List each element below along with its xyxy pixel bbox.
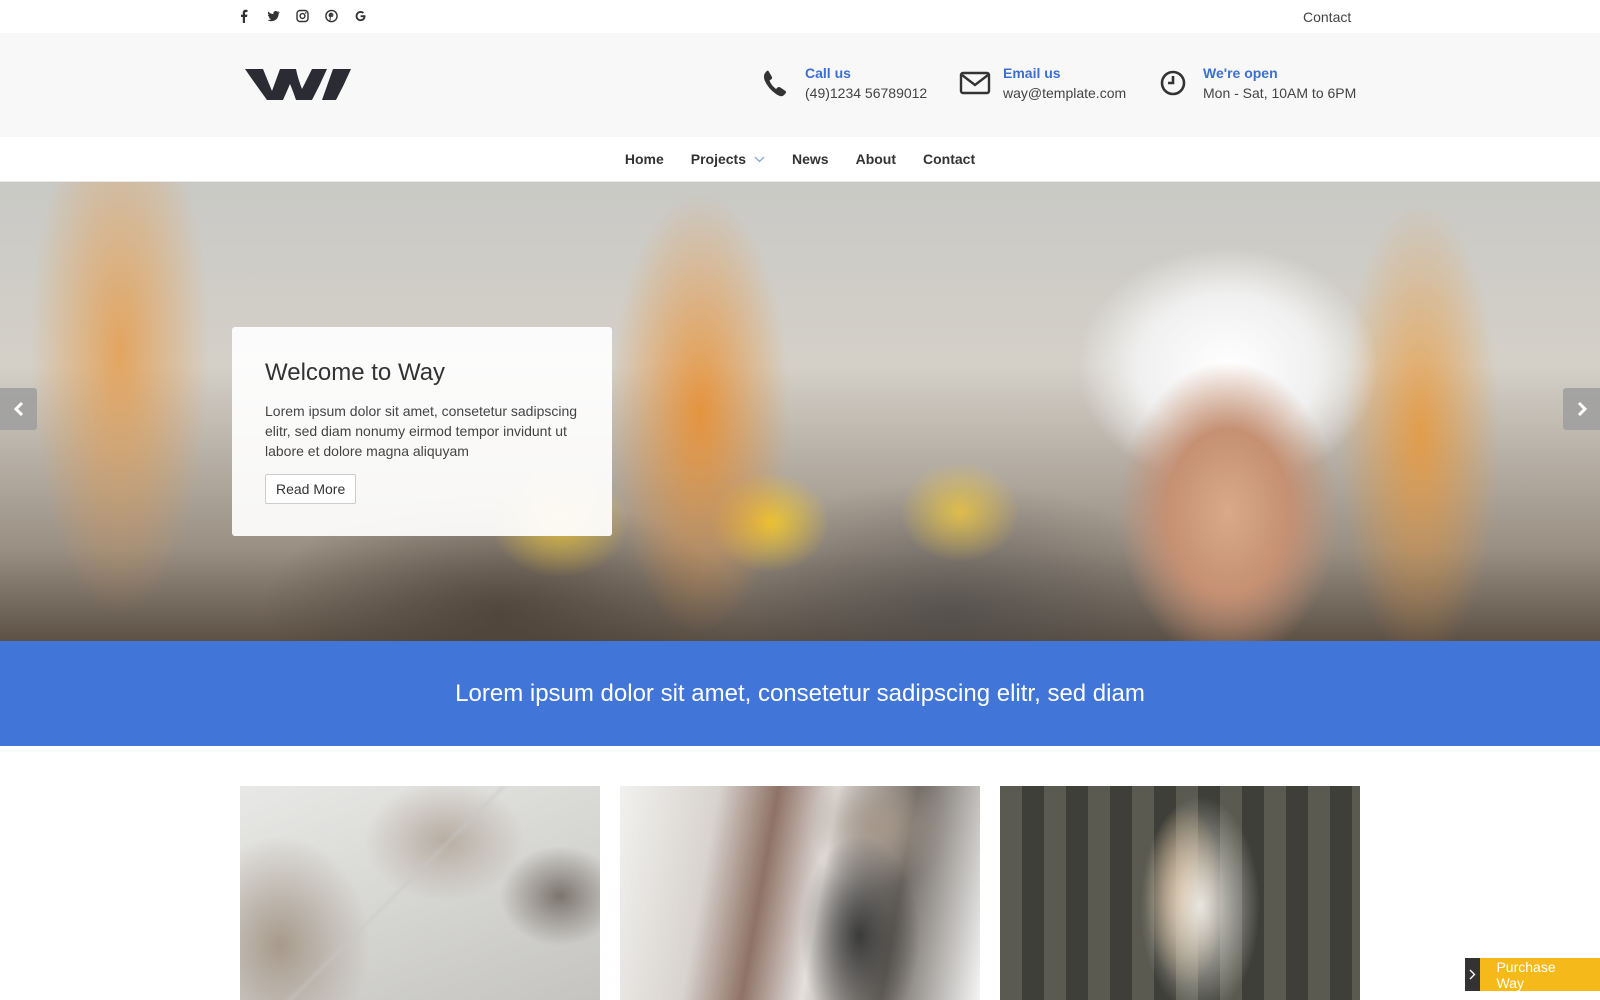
chevron-right-icon xyxy=(1577,401,1587,417)
twitter-icon[interactable] xyxy=(267,9,280,23)
opening-hours-value: Mon - Sat, 10AM to 6PM xyxy=(1203,85,1357,101)
pinterest-icon[interactable] xyxy=(325,9,338,23)
card-image-meeting[interactable] xyxy=(1000,786,1360,1000)
purchase-toggle[interactable] xyxy=(1465,958,1481,991)
nav-item-label: Contact xyxy=(923,151,976,167)
nav-item-projects[interactable]: Projects xyxy=(691,151,765,167)
phone-icon xyxy=(761,68,791,98)
top-bar: Contact xyxy=(0,0,1600,33)
nav-item-news[interactable]: News xyxy=(792,151,829,167)
logo-mark xyxy=(245,69,351,100)
header: Call us (49)1234 56789012 Email us way@t… xyxy=(0,33,1600,137)
facebook-icon[interactable] xyxy=(238,9,250,23)
email-us-block: Email us way@template.com xyxy=(959,63,1126,103)
instagram-icon[interactable] xyxy=(296,9,309,23)
social-links xyxy=(238,9,366,23)
slider-prev-button[interactable] xyxy=(0,388,37,430)
chevron-right-icon xyxy=(1469,969,1476,980)
email-us-label: Email us xyxy=(1003,65,1061,81)
hero-slider: Welcome to Way Lorem ipsum dolor sit ame… xyxy=(0,182,1600,641)
call-us-value[interactable]: (49)1234 56789012 xyxy=(805,83,927,103)
banner-text: Lorem ipsum dolor sit amet, consetetur s… xyxy=(455,679,1145,707)
chevron-left-icon xyxy=(13,401,23,417)
nav-item-about[interactable]: About xyxy=(856,151,896,167)
logo[interactable] xyxy=(245,69,351,105)
nav-item-label: Projects xyxy=(690,151,746,167)
top-contact-link[interactable]: Contact xyxy=(1303,9,1351,25)
clock-icon xyxy=(1159,68,1189,98)
nav-item-label: About xyxy=(855,151,897,167)
opening-hours-block: We're open Mon - Sat, 10AM to 6PM xyxy=(1159,63,1356,103)
purchase-label[interactable]: Purchase Way xyxy=(1480,958,1600,991)
main-nav: Home Projects News About Contact xyxy=(0,137,1600,182)
feature-cards xyxy=(0,746,1600,1000)
nav-item-contact[interactable]: Contact xyxy=(923,151,975,167)
hero-title: Welcome to Way xyxy=(265,359,446,386)
card-image-material-samples[interactable] xyxy=(240,786,600,1000)
purchase-badge[interactable]: Purchase Way xyxy=(1465,958,1600,991)
call-us-label: Call us xyxy=(805,65,851,81)
chevron-down-icon xyxy=(754,156,765,162)
read-more-button[interactable]: Read More xyxy=(265,474,357,504)
card-image-worker[interactable] xyxy=(620,786,980,1000)
tagline-banner: Lorem ipsum dolor sit amet, consetetur s… xyxy=(0,641,1600,746)
nav-item-home[interactable]: Home xyxy=(625,151,664,167)
google-icon[interactable] xyxy=(354,9,366,23)
opening-hours-label: We're open xyxy=(1203,65,1278,81)
nav-item-label: Home xyxy=(624,151,664,167)
slider-next-button[interactable] xyxy=(1563,388,1600,430)
email-us-value[interactable]: way@template.com xyxy=(1003,83,1126,103)
hero-text: Lorem ipsum dolor sit amet, consetetur s… xyxy=(265,403,578,459)
hero-caption-card: Welcome to Way Lorem ipsum dolor sit ame… xyxy=(232,327,612,536)
nav-item-label: News xyxy=(792,151,829,167)
envelope-icon xyxy=(959,68,991,98)
call-us-block: Call us (49)1234 56789012 xyxy=(761,63,927,103)
